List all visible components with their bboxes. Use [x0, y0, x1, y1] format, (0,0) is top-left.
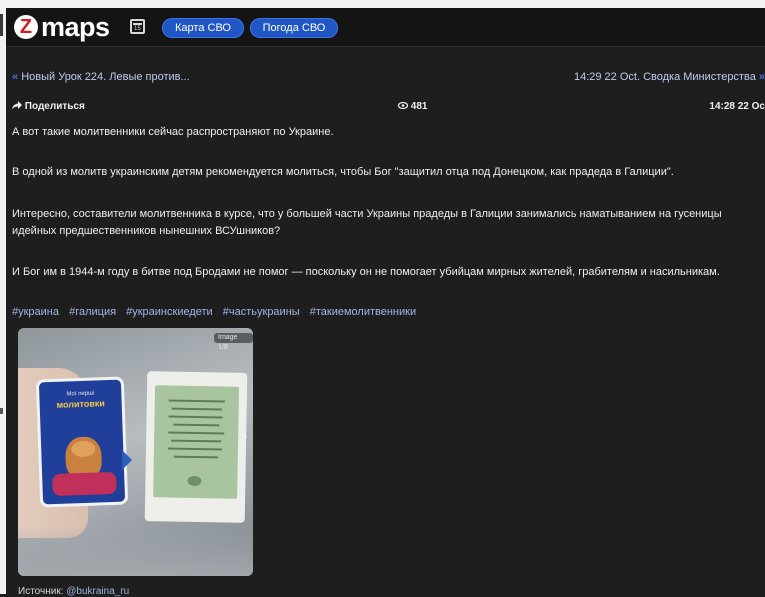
- window-edge-marker: [0, 408, 3, 414]
- hashtag-list: #украина #галиция #украинскиедети #часть…: [12, 306, 423, 318]
- view-counter: 481: [397, 100, 428, 114]
- post-paragraph: Интересно, составители молитвенника в ку…: [12, 208, 722, 237]
- next-post-title: 14:29 22 Oct. Сводка Министерства: [573, 71, 756, 83]
- hashtag-link[interactable]: #галиция: [69, 306, 116, 318]
- post-paragraph: А вот такие молитвенники сейчас распрост…: [12, 126, 334, 138]
- hashtag-link[interactable]: #такиемолитвенники: [310, 306, 416, 318]
- double-chevron-left-icon: «: [12, 71, 19, 83]
- zmaps-logo[interactable]: Z maps: [14, 12, 110, 42]
- top-navigation-bar: Z maps 15 Карта СВО Погода СВО: [6, 8, 765, 47]
- hashtag-link[interactable]: #украинскиедети: [126, 306, 213, 318]
- prayer-text-line: [168, 415, 223, 419]
- post-photo[interactable]: Мої перші молитовки › Image 1/8: [18, 328, 253, 576]
- window-left-edge: [0, 0, 6, 594]
- prayer-text-line: [167, 447, 222, 451]
- calendar-icon[interactable]: 15: [130, 19, 145, 34]
- prayer-text-panel: [153, 385, 240, 499]
- share-label: Поделиться: [24, 101, 85, 112]
- photo-bottom-blur: [18, 526, 253, 576]
- double-chevron-right-icon: »: [758, 71, 765, 83]
- prayer-book-title: молитовки: [56, 398, 106, 410]
- tab-pogoda-svo[interactable]: Погода СВО: [250, 18, 338, 38]
- source-label: Источник:: [18, 586, 64, 597]
- post-paragraph: В одной из молитв украинским детям реком…: [12, 166, 674, 178]
- post-timestamp: 14:28 22 Oc: [709, 101, 765, 112]
- calendar-icon-text: 15: [134, 26, 141, 32]
- window-edge-marker: [0, 14, 3, 36]
- eye-icon: [397, 101, 409, 110]
- prayer-book-cover: Мої перші молитовки: [35, 376, 129, 508]
- next-post-link[interactable]: 14:29 22 Oct. Сводка Министерства »: [574, 70, 765, 84]
- tab-karta-svo[interactable]: Карта СВО: [162, 18, 244, 38]
- hashtag-link[interactable]: #частьукраины: [223, 306, 300, 318]
- prayer-text-line: [168, 399, 225, 403]
- prayer-book-page: [144, 371, 248, 523]
- frog-illustration: [187, 475, 202, 487]
- prayer-text-line: [173, 423, 220, 427]
- gallery-prev-icon[interactable]: [122, 450, 132, 470]
- photo-counter-badge: Image 1/8: [214, 333, 253, 351]
- post-paragraph: И Бог им в 1944-м году в битве под Брода…: [12, 266, 720, 278]
- gallery-next-icon[interactable]: ›: [242, 428, 247, 446]
- prev-post-title: Новый Урок 224. Левые против...: [21, 71, 190, 83]
- prayer-text-line: [173, 455, 218, 459]
- prev-post-link[interactable]: « Новый Урок 224. Левые против...: [12, 70, 190, 84]
- blanket-illustration: [52, 471, 117, 497]
- share-arrow-icon: [12, 101, 22, 110]
- window-top-edge: [0, 0, 765, 8]
- views-count: 481: [410, 101, 428, 112]
- logo-text: maps: [41, 11, 110, 42]
- hashtag-link[interactable]: #украина: [12, 306, 59, 318]
- prayer-text-line: [171, 407, 222, 411]
- source-link[interactable]: @bukraina_ru: [66, 586, 129, 597]
- post-source: Источник: @bukraina_ru: [18, 586, 129, 597]
- share-button[interactable]: Поделиться: [12, 100, 85, 114]
- logo-z-icon: Z: [14, 15, 38, 39]
- prayer-text-line: [168, 431, 225, 435]
- prayer-text-line: [171, 439, 222, 443]
